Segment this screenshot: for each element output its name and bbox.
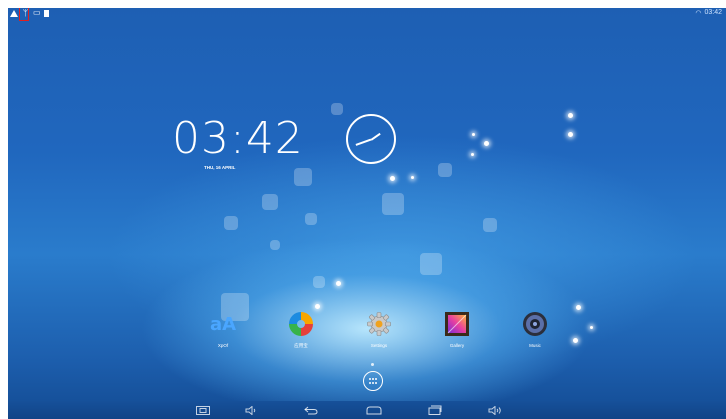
recent-apps-icon[interactable] (426, 405, 444, 415)
clock-date: THU, 16 APRIL (204, 165, 236, 170)
volume-down-icon[interactable] (243, 405, 259, 415)
app-label: Music (529, 343, 541, 348)
deco-dot (576, 305, 581, 310)
app-label: Settings (370, 343, 388, 348)
app-settings[interactable]: Settings (354, 310, 404, 348)
deco-bubble (438, 163, 452, 177)
deco-bubble (382, 193, 404, 215)
app-label: 应用宝 (294, 343, 308, 348)
gallery-icon (443, 310, 471, 338)
app-shortcuts: aA XpOf 应用宝 Settings Gallery Music (198, 310, 558, 350)
deco-bubble (294, 168, 312, 186)
deco-bubble (420, 253, 442, 275)
deco-bubble (483, 218, 497, 232)
app-xpof[interactable]: aA XpOf (198, 310, 248, 349)
deco-dot (484, 141, 489, 146)
deco-bubble (305, 213, 317, 225)
notification-icons: ᛘ ▭ (10, 9, 49, 18)
deco-bubble (313, 276, 325, 288)
navigation-bar (8, 401, 726, 419)
analog-clock[interactable] (346, 114, 396, 164)
device-frame: ᛘ ▭ ◠ 03:42 03:42 THU, 16 APRIL aA XpOf … (0, 0, 726, 419)
wifi-icon: ◠ (695, 10, 702, 17)
app-label: XpOf (217, 343, 229, 348)
page-indicator (371, 363, 374, 366)
app-store-icon (287, 310, 315, 338)
deco-dot (590, 326, 593, 329)
app-label: Gallery (449, 343, 465, 348)
deco-bubble (270, 240, 280, 250)
digital-clock[interactable]: 03:42 (172, 113, 304, 164)
sd-card-icon[interactable]: ▭ (33, 9, 41, 17)
font-aa-icon: aA (209, 313, 237, 335)
speaker-icon (521, 310, 549, 338)
deco-dot (568, 113, 573, 118)
screenshot-icon[interactable] (195, 405, 211, 415)
deco-dot (390, 176, 395, 181)
app-drawer-button[interactable] (363, 371, 383, 391)
deco-dot (411, 176, 414, 179)
deco-dot (315, 304, 320, 309)
deco-dot (471, 153, 474, 156)
app-yingyongbao[interactable]: 应用宝 (276, 310, 326, 349)
highlight-box (19, 8, 29, 21)
warning-icon[interactable] (10, 9, 18, 17)
status-right: ◠ 03:42 (695, 9, 722, 17)
deco-bubble (224, 216, 238, 230)
status-bar: ᛘ ▭ ◠ 03:42 (8, 8, 726, 21)
gear-icon (365, 310, 393, 338)
volume-up-icon[interactable] (487, 405, 503, 415)
app-music[interactable]: Music (510, 310, 560, 348)
status-time: 03:42 (704, 9, 722, 16)
app-gallery[interactable]: Gallery (432, 310, 482, 348)
deco-bubble (262, 194, 278, 210)
minute-hand (355, 139, 372, 146)
grid-icon (369, 378, 377, 384)
deco-dot (472, 133, 475, 136)
deco-dot (573, 338, 578, 343)
hour-hand (370, 132, 381, 141)
deco-dot (336, 281, 341, 286)
deco-dot (568, 132, 573, 137)
home-screen: ᛘ ▭ ◠ 03:42 03:42 THU, 16 APRIL aA XpOf … (8, 8, 726, 419)
home-icon[interactable] (365, 405, 383, 415)
deco-bubble (331, 103, 343, 115)
back-icon[interactable] (302, 405, 320, 415)
storage-icon[interactable] (44, 9, 49, 17)
